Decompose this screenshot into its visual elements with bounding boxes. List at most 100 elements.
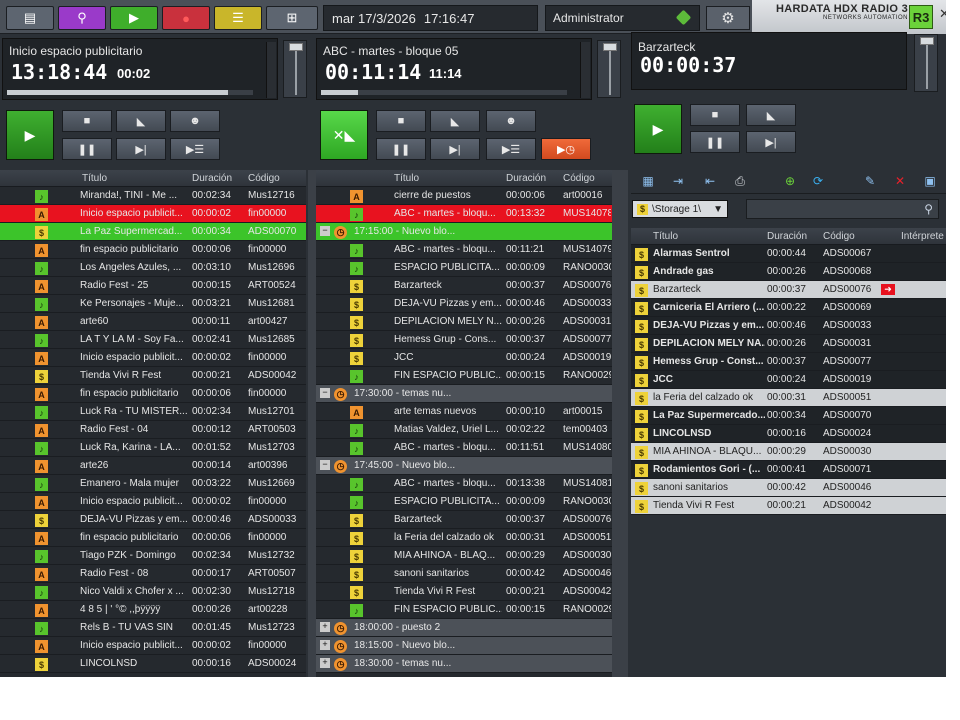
table-row[interactable]: Aarte26 00:00:14 art00396 — [0, 457, 306, 475]
expand-icon[interactable]: + — [320, 622, 330, 632]
table-row[interactable]: Acierre de puestos 00:00:06 art00016 — [316, 187, 612, 205]
window-icon[interactable]: ▣ — [921, 172, 939, 190]
table-row[interactable]: $ Tienda Vivi R Fest 00:00:21 ADS00042 — [0, 367, 306, 385]
table-row[interactable]: $ Carniceria El Arriero (... 00:00:22 ADS00… — [631, 299, 946, 317]
col-duration[interactable]: Duración — [506, 173, 546, 184]
table-row[interactable]: ♪ ABC - martes - bloqu... 00:13:32 MUS14078 — [316, 205, 612, 223]
table-row[interactable]: ♪ LA T Y LA M - Soy Fa... 00:02:41 Mus12685 — [0, 331, 306, 349]
block-header-row[interactable]: − ◷ 17:30:00 - temas nu... — [316, 385, 612, 403]
table-row[interactable]: ♪ Matias Valdez, Uriel L... 00:02:22 tem004… — [316, 421, 612, 439]
fade-button[interactable]: ◣ — [430, 110, 480, 132]
mix-play-button[interactable]: ✕◣ — [320, 110, 368, 160]
storage-select[interactable]: $ \Storage 1\ ▼ — [632, 200, 728, 218]
block-header-row[interactable]: + ◷ 18:15:00 - Nuevo blo... — [316, 637, 612, 655]
table-row[interactable]: A Inicio espacio publicit... 00:00:02 fin00… — [0, 637, 306, 655]
table-row[interactable]: ♪ ABC - martes - bloqu... 00:13:38 MUS14081 — [316, 475, 612, 493]
table-row[interactable]: ♪ Emanero - Mala mujer 00:03:22 Mus12669 — [0, 475, 306, 493]
next-button[interactable]: ▶| — [746, 131, 796, 153]
pause-button[interactable]: ❚❚ — [690, 131, 740, 153]
next-button[interactable]: ▶| — [116, 138, 166, 160]
stop-button[interactable]: ■ — [376, 110, 426, 132]
volume-fader[interactable] — [283, 40, 307, 98]
playlist-view-button[interactable]: ▶☰ — [170, 138, 220, 160]
table-row[interactable]: A Inicio espacio publicit... 00:00:02 fin00… — [0, 493, 306, 511]
table-row[interactable]: $ LINCOLNSD 00:00:16 ADS00024 — [631, 425, 946, 443]
table-row[interactable]: ♪ Nico Valdi x Chofer x ... 00:02:30 Mus127… — [0, 583, 306, 601]
table-row[interactable]: $ Alarmas Sentrol 00:00:44 ADS00067 — [631, 245, 946, 263]
export-icon[interactable]: ⇤ — [701, 172, 719, 190]
table-row[interactable]: ♪ Los Ángeles Azules, ... 00:03:10 Mus12696 — [0, 259, 306, 277]
table-row[interactable]: A 4 8 5 | ' °© ,,þÿÿÿÿ 00:00:26 art00228 — [0, 601, 306, 619]
add-window-button[interactable]: ⊞ — [266, 6, 318, 30]
table-row[interactable]: $ DEPILACION MELY N... 00:00:26 ADS00031 — [316, 313, 612, 331]
play-all-button[interactable]: ▶ — [110, 6, 158, 30]
playlist-view-button[interactable]: ▶☰ — [486, 138, 536, 160]
stop-button[interactable]: ■ — [690, 104, 740, 126]
block-header-row[interactable]: − ◷ 17:45:00 - Nuevo blo... — [316, 457, 612, 475]
table-row[interactable]: A Radio Fest - 25 00:00:15 ART00524 — [0, 277, 306, 295]
table-row[interactable]: Afin espacio publicitario 00:00:06 fin0000… — [0, 385, 306, 403]
table-row[interactable]: $ Tienda Vivi R Fest 00:00:21 ADS00042 — [316, 583, 612, 601]
add-icon[interactable]: ⊕ — [781, 172, 799, 190]
table-row[interactable]: A Inicio espacio publicit... 00:00:02 fin00… — [0, 205, 306, 223]
table-row[interactable]: $ MIA AHINOA - BLAQ... 00:00:29 ADS00030 — [316, 547, 612, 565]
fade-button[interactable]: ◣ — [116, 110, 166, 132]
table-row[interactable]: ♪ ESPACIO PUBLICITA... 00:00:09 RANO0030 — [316, 493, 612, 511]
table-row[interactable]: $ JCC 00:00:24 ADS00019 — [631, 371, 946, 389]
table-row[interactable]: $ Andrade gas 00:00:26 ADS00068 — [631, 263, 946, 281]
table-row[interactable]: ♪ Luck Ra - TU MISTER... 00:02:34 Mus12701 — [0, 403, 306, 421]
fade-button[interactable]: ◣ — [746, 104, 796, 126]
play-button[interactable]: ▶ — [634, 104, 682, 154]
col-code[interactable]: Código — [248, 173, 280, 184]
col-title[interactable]: Título — [653, 231, 678, 242]
expand-icon[interactable]: + — [320, 640, 330, 650]
expand-icon[interactable]: + — [320, 658, 330, 668]
playlist-button[interactable]: ☰ — [214, 6, 262, 30]
collapse-icon[interactable]: − — [320, 226, 330, 236]
progress-bar[interactable] — [7, 90, 253, 95]
timer-button[interactable]: ▶◷ — [541, 138, 591, 160]
table-row[interactable]: $ La Paz Supermercado... 00:00:34 ADS00070 — [631, 407, 946, 425]
col-duration[interactable]: Duración — [767, 231, 807, 242]
collapse-icon[interactable]: − — [320, 388, 330, 398]
table-row[interactable]: $ Hemess Grup - Cons... 00:00:37 ADS00077 — [316, 331, 612, 349]
table-row[interactable]: A Inicio espacio publicit... 00:00:02 fin00… — [0, 349, 306, 367]
table-row[interactable]: Afin espacio publicitario 00:00:06 fin0000… — [0, 241, 306, 259]
col-title[interactable]: Título — [82, 173, 107, 184]
assign-button[interactable]: ☻ — [486, 110, 536, 132]
search-input[interactable]: ⚲ — [746, 199, 939, 219]
table-row[interactable]: ♪ FIN ESPACIO PUBLIC... 00:00:15 RANO0029 — [316, 601, 612, 619]
collapse-icon[interactable]: − — [320, 460, 330, 470]
table-row[interactable]: $ la Feria del calzado ok 00:00:31 ADS00051 — [631, 389, 946, 407]
col-duration[interactable]: Duración — [192, 173, 232, 184]
delete-icon[interactable]: ✕ — [891, 172, 909, 190]
table-row[interactable]: Afin espacio publicitario 00:00:06 fin0000… — [0, 529, 306, 547]
block-header-row[interactable]: + ◷ 18:30:00 - temas nu... — [316, 655, 612, 673]
table-row[interactable]: ♪ Ke Personajes - Muje... 00:03:21 Mus12681 — [0, 295, 306, 313]
user-box[interactable]: Administrator — [545, 5, 700, 31]
refresh-icon[interactable]: ⟳ — [809, 172, 827, 190]
table-row[interactable]: $ Hemess Grup - Const... 00:00:37 ADS00077 — [631, 353, 946, 371]
table-row[interactable]: $ Barzarteck 00:00:37 ADS00076 — [316, 511, 612, 529]
pause-button[interactable]: ❚❚ — [62, 138, 112, 160]
table-row[interactable]: $ DEJA-VU Pizzas y em... 00:00:46 ADS00033 — [0, 511, 306, 529]
next-button[interactable]: ▶| — [430, 138, 480, 160]
block-header-row[interactable]: − ◷ 17:15:00 - Nuevo blo... — [316, 223, 612, 241]
table-row[interactable]: ♪ Rels B - TU VAS SIN 00:01:45 Mus12723 — [0, 619, 306, 637]
layout-button[interactable]: ▤ — [6, 6, 54, 30]
calendar-icon[interactable]: ▦ — [639, 172, 657, 190]
table-row[interactable]: $ LINCOLNSD 00:00:16 ADS00024 — [0, 655, 306, 673]
table-row[interactable]: $ DEPILACION MELY NA... 00:00:26 ADS00031 — [631, 335, 946, 353]
record-button[interactable]: ● — [162, 6, 210, 30]
scrollbar[interactable] — [612, 170, 628, 677]
table-row[interactable]: A Radio Fest - 08 00:00:17 ART00507 — [0, 565, 306, 583]
table-row[interactable]: $ DEJA-VU Pizzas y em... 00:00:46 ADS00033 — [631, 317, 946, 335]
table-row[interactable]: ♪ Miranda!, TINI - Me ... 00:02:34 Mus12716 — [0, 187, 306, 205]
col-code[interactable]: Código — [823, 231, 855, 242]
volume-fader[interactable] — [597, 40, 621, 98]
stop-button[interactable]: ■ — [62, 110, 112, 132]
close-icon[interactable]: ✕ — [939, 6, 946, 22]
table-row[interactable]: $ MIA AHINOA - BLAQU... 00:00:29 ADS00030 — [631, 443, 946, 461]
table-row[interactable]: $ Rodamientos Gori - (... 00:00:41 ADS00071 — [631, 461, 946, 479]
table-row[interactable]: $ Tienda Vivi R Fest 00:00:21 ADS00042 — [631, 497, 946, 515]
